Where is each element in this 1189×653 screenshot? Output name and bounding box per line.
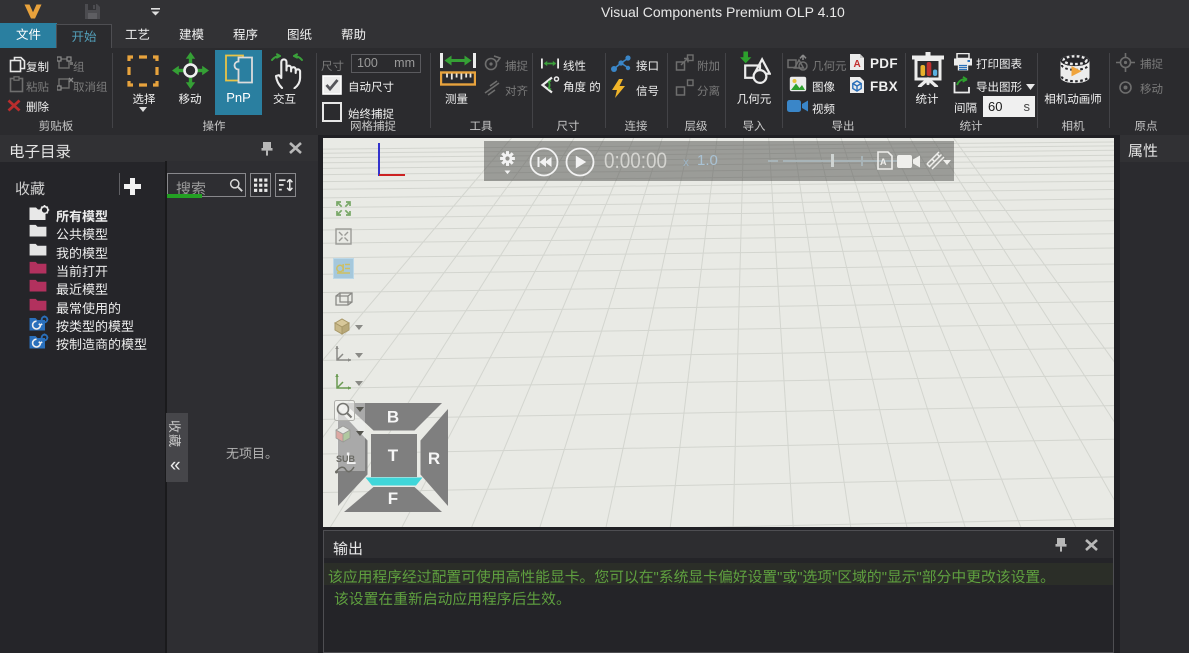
svg-text:R: R bbox=[428, 449, 440, 468]
svg-text:A: A bbox=[880, 157, 887, 167]
svg-text:B: B bbox=[387, 408, 399, 427]
svg-text:T: T bbox=[388, 446, 399, 465]
svg-text:A: A bbox=[854, 59, 861, 70]
svg-text:F: F bbox=[388, 489, 398, 508]
